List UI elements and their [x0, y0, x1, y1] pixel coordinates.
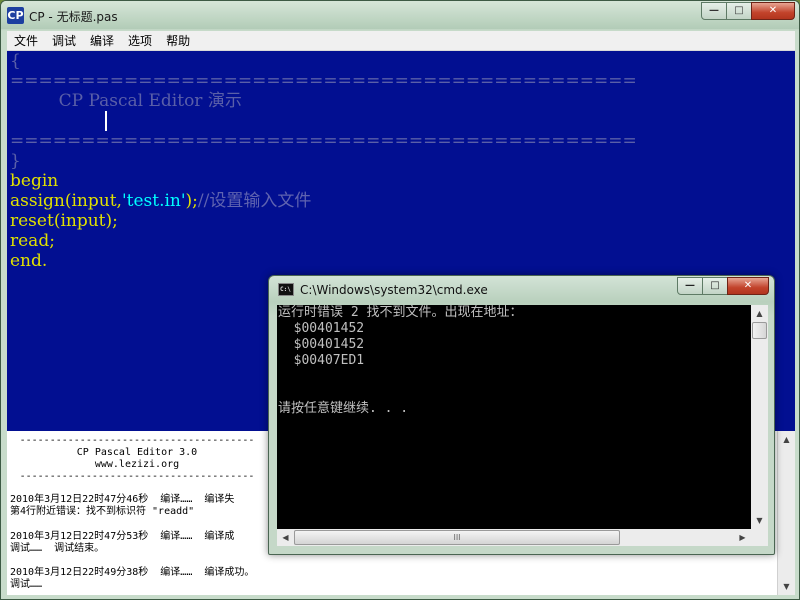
code-token-end: end [10, 251, 42, 271]
cmd-horizontal-scrollbar[interactable]: ◀ III ▶ [277, 529, 751, 546]
cmd-icon[interactable]: C:\ [278, 283, 294, 296]
log-line: 2010年3月12日22时49分38秒 编译…… 编译成功。 [10, 567, 255, 578]
title-bar[interactable]: CP CP - 无标题.pas — □ ✕ [1, 1, 799, 29]
code-line-reset: reset(input); [10, 211, 118, 231]
code-token-assign: assign [10, 191, 65, 211]
log-line: 调试…… 调试结束。 [10, 543, 105, 554]
console-line: $00401452 [278, 321, 365, 336]
code-token-end-dot: . [41, 251, 48, 271]
scroll-up-arrow-icon[interactable]: ▲ [778, 431, 795, 448]
code-line-title: CP Pascal Editor 演示 [10, 91, 242, 111]
cmd-window-title: C:\Windows\system32\cmd.exe [300, 283, 488, 297]
code-token-reset: reset [10, 211, 54, 231]
code-token-reset-args: (input); [53, 211, 118, 231]
banner-url: www.lezizi.org [94, 459, 180, 470]
cmd-vertical-scrollbar[interactable]: ▲ ▼ [751, 305, 768, 529]
scroll-down-arrow-icon[interactable]: ▼ [751, 512, 768, 529]
cmd-vertical-scroll-thumb[interactable] [752, 322, 767, 339]
menu-file[interactable]: 文件 [7, 31, 45, 51]
cmd-minimize-button[interactable]: — [677, 277, 703, 295]
code-token-read: read [10, 231, 50, 251]
menu-bar: 文件 调试 编译 选项 帮助 [7, 31, 795, 51]
output-vertical-scrollbar[interactable]: ▲ ▼ [777, 431, 795, 595]
console-output[interactable]: 运行时错误 2 找不到文件。出现在地址： $00401452 $00401452… [277, 305, 751, 529]
scroll-down-arrow-icon[interactable]: ▼ [778, 578, 795, 595]
code-line-read: read; [10, 231, 55, 251]
scrollbar-corner [751, 529, 768, 546]
minimize-button[interactable]: — [701, 2, 727, 20]
banner-rule-bottom: --------------------------------------- [19, 471, 255, 482]
window-title: CP - 无标题.pas [29, 10, 118, 24]
console-line: $00407ED1 [278, 353, 365, 368]
menu-debug[interactable]: 调试 [45, 31, 83, 51]
scroll-up-arrow-icon[interactable]: ▲ [751, 305, 768, 322]
cmd-maximize-button[interactable]: □ [702, 277, 728, 295]
code-token-close: ); [185, 191, 198, 211]
maximize-button[interactable]: □ [726, 2, 752, 20]
menu-options[interactable]: 选项 [121, 31, 159, 51]
code-line-rule-bottom: ========================================… [10, 131, 637, 151]
code-token-comment: //设置输入文件 [197, 191, 312, 211]
console-line: $00401452 [278, 337, 365, 352]
cmd-horizontal-scroll-thumb[interactable]: III [294, 530, 620, 545]
code-line-assign: assign(input,'test.in');//设置输入文件 [10, 191, 311, 211]
banner-rule-top: --------------------------------------- [19, 435, 255, 446]
scroll-right-arrow-icon[interactable]: ▶ [734, 529, 751, 546]
code-line-end: end. [10, 251, 47, 271]
code-line-close-brace: } [10, 151, 21, 171]
close-button[interactable]: ✕ [751, 2, 795, 20]
console-line: 运行时错误 2 找不到文件。出现在地址： [278, 305, 523, 320]
log-line: 2010年3月12日22时47分53秒 编译…… 编译成 [10, 531, 235, 542]
cmd-close-button[interactable]: ✕ [727, 277, 769, 295]
app-icon[interactable]: CP [7, 7, 24, 24]
code-token-read-semicolon: ; [49, 231, 55, 251]
scroll-left-arrow-icon[interactable]: ◀ [277, 529, 294, 546]
caption-buttons: — □ ✕ [701, 2, 795, 20]
log-line: 调试…… [10, 579, 43, 590]
log-line: 第4行附近错误：找不到标识符 "readd" [10, 506, 195, 517]
console-line: 请按任意键继续. . . [278, 401, 409, 416]
cmd-caption-buttons: — □ ✕ [677, 277, 769, 295]
banner-title: CP Pascal Editor 3.0 [76, 447, 198, 458]
code-token-args: (input, [64, 191, 122, 211]
cmd-window: C:\ C:\Windows\system32\cmd.exe — □ ✕ 运行… [268, 275, 775, 555]
code-line-open-brace: { [10, 51, 21, 71]
code-token-string: 'test.in' [121, 191, 186, 211]
code-line-begin: begin [10, 171, 59, 191]
menu-help[interactable]: 帮助 [159, 31, 197, 51]
log-line: 2010年3月12日22时47分46秒 编译…… 编译失 [10, 494, 235, 505]
text-caret [105, 111, 107, 131]
menu-compile[interactable]: 编译 [83, 31, 121, 51]
code-line-rule-top: ========================================… [10, 71, 637, 91]
